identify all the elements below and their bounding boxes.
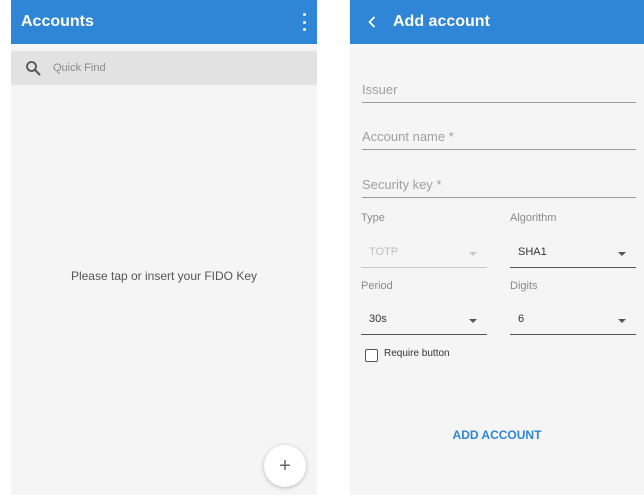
- account-name-field[interactable]: Account name *: [362, 118, 636, 150]
- search-icon: [26, 61, 41, 76]
- divider: [361, 267, 487, 268]
- search-bar[interactable]: Quick Find: [11, 51, 317, 85]
- type-select-value: TOTP: [369, 246, 399, 258]
- page-title: Add account: [393, 13, 490, 30]
- algorithm-select-value: SHA1: [518, 246, 547, 258]
- algorithm-select[interactable]: SHA1: [510, 240, 636, 268]
- period-select[interactable]: 30s: [361, 307, 487, 335]
- issuer-field-placeholder: Issuer: [362, 82, 398, 97]
- chevron-down-icon: [469, 319, 477, 323]
- more-vertical-icon[interactable]: [299, 12, 309, 32]
- empty-state-message: Please tap or insert your FIDO Key: [70, 269, 258, 283]
- add-account-fab[interactable]: +: [264, 445, 306, 487]
- require-button-checkbox[interactable]: [365, 349, 378, 362]
- digits-select-value: 6: [518, 313, 525, 325]
- period-label: Period: [361, 280, 393, 292]
- digits-label: Digits: [510, 280, 538, 292]
- algorithm-label: Algorithm: [510, 212, 557, 224]
- divider: [362, 149, 636, 150]
- page-title: Accounts: [21, 13, 94, 30]
- accounts-screen: Accounts Quick Find Please tap or insert…: [11, 0, 317, 495]
- account-name-field-placeholder: Account name *: [362, 129, 454, 144]
- divider: [510, 334, 636, 335]
- period-select-value: 30s: [369, 313, 387, 325]
- digits-select[interactable]: 6: [510, 307, 636, 335]
- plus-icon: +: [279, 454, 291, 477]
- accounts-app-bar: Accounts: [11, 0, 317, 44]
- security-key-field-placeholder: Security key *: [362, 177, 442, 192]
- chevron-down-icon: [469, 252, 477, 256]
- security-key-field[interactable]: Security key *: [362, 166, 636, 198]
- chevron-down-icon: [618, 252, 626, 256]
- divider: [362, 102, 636, 103]
- add-account-button[interactable]: ADD ACCOUNT: [350, 428, 644, 442]
- search-input[interactable]: Quick Find: [53, 51, 106, 85]
- issuer-field[interactable]: Issuer: [362, 71, 636, 103]
- add-account-screen: Add account Issuer Account name * Securi…: [350, 0, 644, 495]
- type-select: TOTP: [361, 240, 487, 268]
- divider: [362, 197, 636, 198]
- divider: [361, 334, 487, 335]
- add-account-app-bar: Add account: [350, 0, 644, 44]
- require-button-label: Require button: [384, 348, 450, 359]
- chevron-left-icon[interactable]: [362, 0, 382, 44]
- divider: [510, 267, 636, 268]
- chevron-down-icon: [618, 319, 626, 323]
- type-label: Type: [361, 212, 385, 224]
